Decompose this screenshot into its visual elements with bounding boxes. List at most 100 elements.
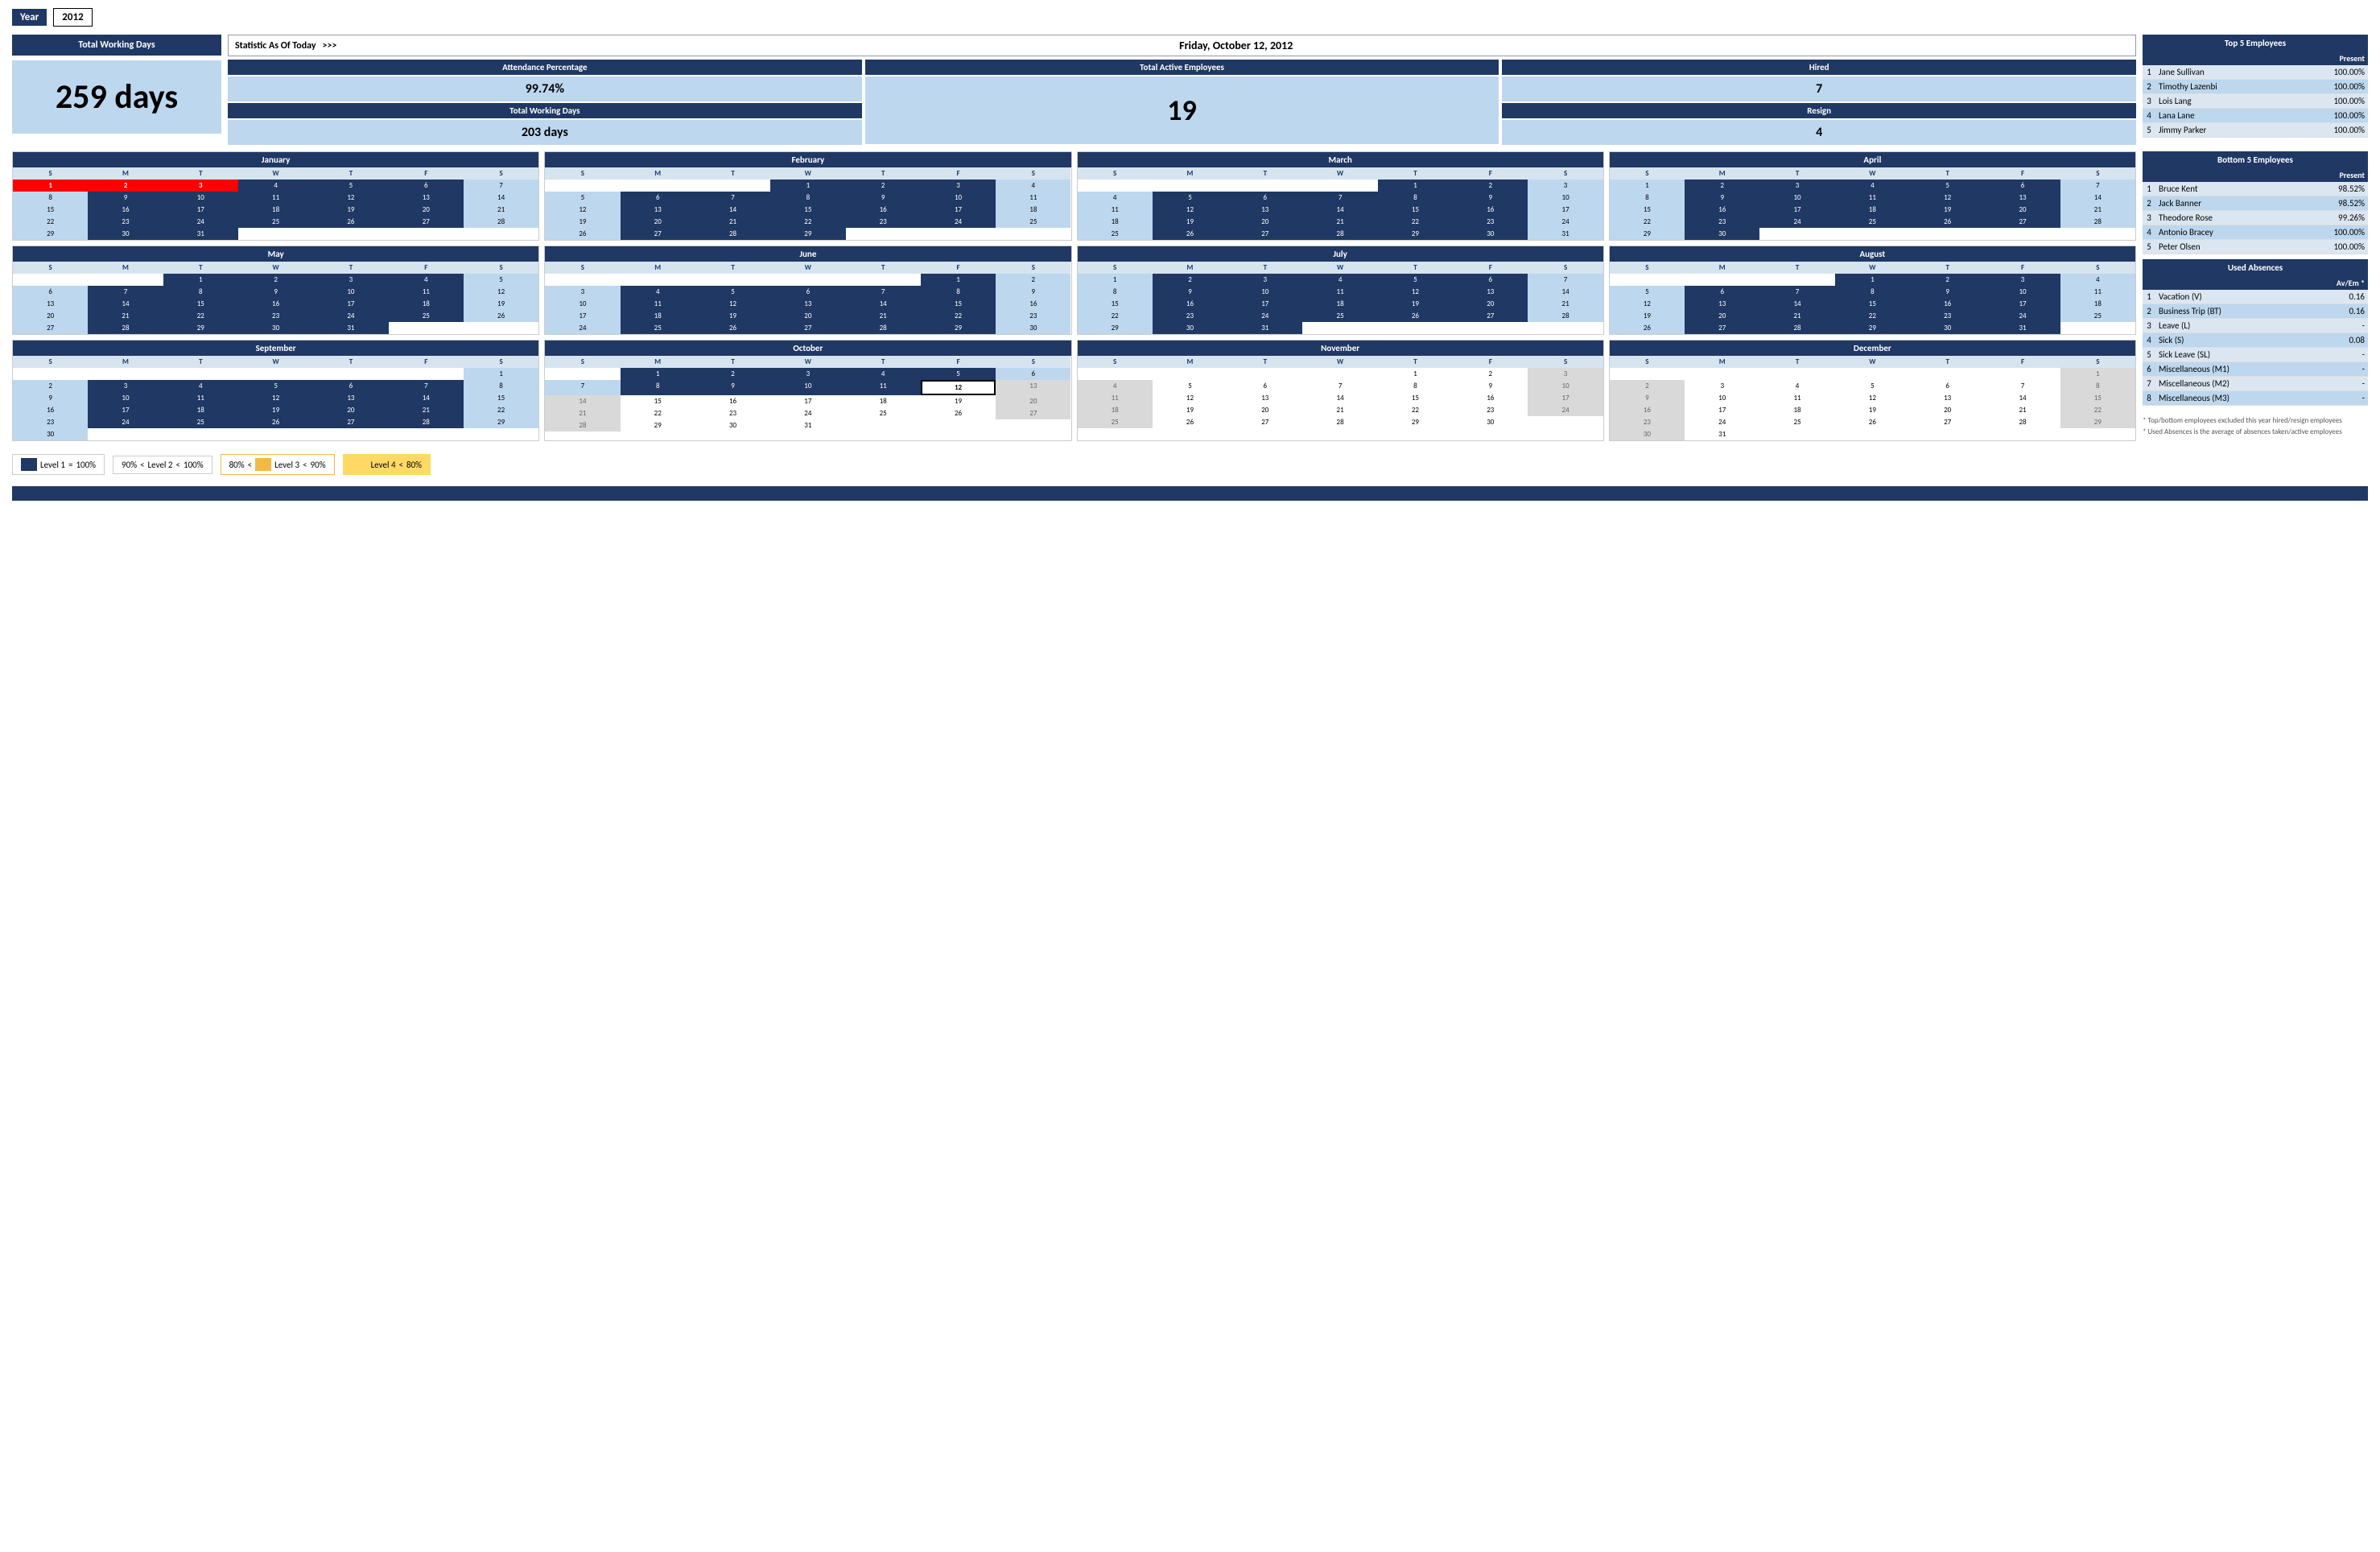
cal-day: 5 xyxy=(695,286,770,298)
cal-day: 14 xyxy=(1985,392,2060,404)
cal-empty-cell xyxy=(389,368,464,380)
cal-day: 3 xyxy=(163,180,238,192)
cal-day: 10 xyxy=(88,392,163,404)
cal-day: 26 xyxy=(313,216,388,228)
cal-day: 16 xyxy=(13,404,88,416)
cal-day: 5 xyxy=(545,192,620,204)
top5-name: Jimmy Parker xyxy=(2155,123,2290,138)
cal-day: 24 xyxy=(88,416,163,428)
cal-day-header: T xyxy=(846,262,921,274)
cal-day: 18 xyxy=(1835,204,1910,216)
level3-sep1: < xyxy=(248,460,252,470)
cal-day: 26 xyxy=(1153,228,1227,240)
cal-day: 4 xyxy=(389,274,464,286)
cal-day: 10 xyxy=(1985,286,2060,298)
cal-day: 22 xyxy=(163,310,238,322)
cal-day-header: T xyxy=(313,356,388,368)
b5-present: 99.26% xyxy=(2287,211,2368,225)
cal-day: 20 xyxy=(996,395,1070,407)
attendance-value: 99.74% xyxy=(228,76,862,101)
top5-header: Top 5 Employees xyxy=(2143,35,2368,52)
cal-day: 29 xyxy=(13,228,88,240)
cal-day-header: M xyxy=(1153,262,1227,274)
level3-sep2: < xyxy=(303,460,307,470)
cal-day-header: T xyxy=(1759,167,1834,180)
level3-low: 80% xyxy=(229,460,245,470)
cal-day: 24 xyxy=(1528,216,1602,228)
cal-day: 9 xyxy=(1453,380,1528,392)
cal-day: 23 xyxy=(88,216,163,228)
cal-day: 21 xyxy=(464,204,538,216)
cal-day: 29 xyxy=(1378,228,1453,240)
cal-day: 7 xyxy=(88,286,163,298)
cal-day: 29 xyxy=(464,416,538,428)
cal-day: 30 xyxy=(996,322,1070,334)
cal-empty-cell xyxy=(1685,368,1759,380)
cal-day: 27 xyxy=(1227,228,1302,240)
cal-day: 3 xyxy=(1227,274,1302,286)
cal-day: 22 xyxy=(921,310,996,322)
cal-day: 11 xyxy=(1078,392,1153,404)
cal-day: 17 xyxy=(1985,298,2060,310)
cal-day: 15 xyxy=(921,298,996,310)
abs-value: - xyxy=(2302,319,2368,333)
cal-day: 28 xyxy=(545,419,620,431)
cal-day-header: S xyxy=(545,356,620,368)
cal-month-header: July xyxy=(1078,246,1603,262)
cal-day: 15 xyxy=(1378,204,1453,216)
cal-day: 18 xyxy=(621,310,695,322)
cal-day-header: S xyxy=(1078,167,1153,180)
cal-month-header: April xyxy=(1610,152,2135,167)
cal-day: 6 xyxy=(1985,180,2060,192)
cal-day: 17 xyxy=(1227,298,1302,310)
cal-day: 30 xyxy=(13,428,88,440)
abs-name: Miscellaneous (M2) xyxy=(2155,377,2302,391)
cal-day: 30 xyxy=(695,419,770,431)
cal-day-header: S xyxy=(996,356,1070,368)
abs-value: - xyxy=(2302,348,2368,362)
absences-header: Used Absences xyxy=(2143,259,2368,276)
cal-day: 2 xyxy=(1453,368,1528,380)
cal-day: 11 xyxy=(1835,192,1910,204)
cal-day: 28 xyxy=(1985,416,2060,428)
level3-label: Level 3 xyxy=(274,460,299,470)
cal-day: 29 xyxy=(163,322,238,334)
cal-empty-cell xyxy=(846,274,921,286)
cal-day: 24 xyxy=(1227,310,1302,322)
cal-day: 9 xyxy=(238,286,313,298)
cal-day: 21 xyxy=(1302,404,1377,416)
cal-day: 30 xyxy=(1610,428,1685,440)
cal-empty-cell xyxy=(621,274,695,286)
cal-day-header: T xyxy=(1378,262,1453,274)
cal-empty-cell xyxy=(545,180,620,192)
cal-day: 3 xyxy=(1985,274,2060,286)
top5-name: Timothy Lazenbi xyxy=(2155,80,2290,94)
cal-day-header: W xyxy=(1302,167,1377,180)
cal-month-header: May xyxy=(13,246,538,262)
cal-day-header: M xyxy=(1685,356,1759,368)
cal-day: 14 xyxy=(1759,298,1834,310)
cal-day: 23 xyxy=(1910,310,1985,322)
cal-day: 22 xyxy=(1378,216,1453,228)
legend-level2: 90% < Level 2 < 100% xyxy=(113,456,212,474)
cal-day-header: T xyxy=(1227,167,1302,180)
top5-present: 100.00% xyxy=(2290,123,2368,138)
cal-day: 1 xyxy=(770,180,845,192)
active-employees-label: Total Active Employees xyxy=(865,60,1499,75)
cal-month-header: September xyxy=(13,341,538,356)
cal-day: 19 xyxy=(1835,404,1910,416)
cal-day: 28 xyxy=(1302,416,1377,428)
bottom5-row: 4Antonio Bracey100.00% xyxy=(2143,225,2368,240)
cal-day: 16 xyxy=(88,204,163,216)
cal-day: 3 xyxy=(1528,180,1602,192)
cal-day: 27 xyxy=(770,322,845,334)
stats-panel: Statistic As Of Today >>> Friday, Octobe… xyxy=(228,35,2136,145)
hired-value: 7 xyxy=(1502,76,2136,101)
cal-day: 11 xyxy=(621,298,695,310)
cal-day: 2 xyxy=(1153,274,1227,286)
year-value[interactable]: 2012 xyxy=(53,8,92,27)
top5-present-col: Present xyxy=(2290,52,2368,65)
level4-label: Level 4 xyxy=(371,460,396,470)
cal-day: 20 xyxy=(13,310,88,322)
cal-month-header: January xyxy=(13,152,538,167)
